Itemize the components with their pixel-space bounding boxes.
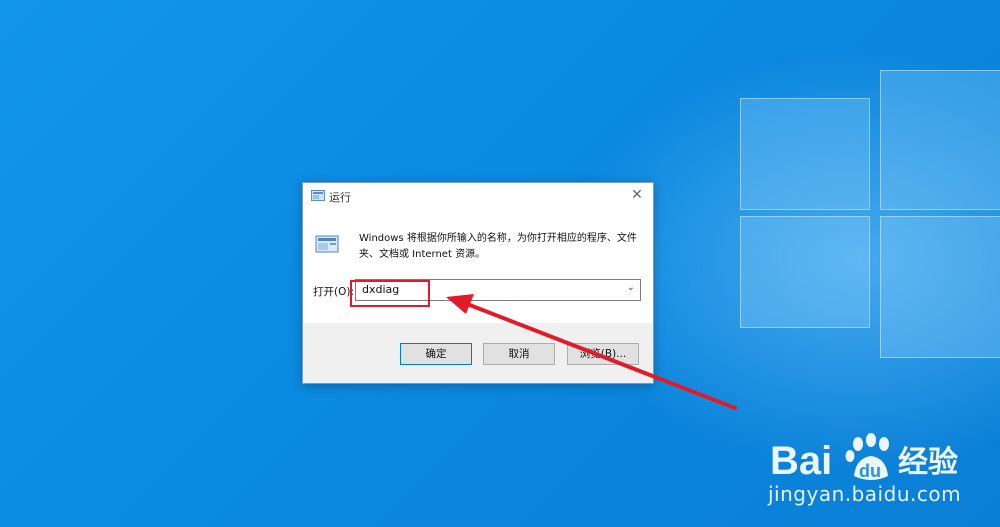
logo-pane: [740, 98, 870, 210]
svg-text:Bai: Bai: [770, 439, 832, 483]
chevron-down-icon[interactable]: ⌄: [627, 282, 635, 293]
baidu-watermark-logo: Bai du 经验: [770, 433, 958, 483]
logo-pane: [880, 216, 1000, 358]
open-label: 打开(O):: [313, 286, 354, 298]
browse-button[interactable]: 浏览(B)...: [567, 343, 639, 365]
ok-button[interactable]: 确定: [400, 343, 472, 365]
dialog-description: Windows 将根据你所输入的名称，为你打开相应的程序、文件夹、文档或 Int…: [359, 233, 637, 260]
cancel-button[interactable]: 取消: [483, 343, 555, 365]
run-program-icon: [315, 235, 339, 253]
close-icon: ✕: [631, 187, 643, 203]
watermark-url: jingyan.baidu.com: [768, 482, 962, 506]
svg-text:du: du: [859, 461, 881, 481]
run-app-icon: [311, 190, 325, 201]
annotation-highlight-box: [350, 280, 430, 307]
close-button[interactable]: ✕: [627, 186, 647, 204]
title-bar[interactable]: 运行 ✕: [303, 183, 653, 209]
logo-pane: [740, 216, 870, 328]
dialog-title: 运行: [329, 191, 351, 204]
logo-pane: [880, 70, 1000, 210]
windows-logo-wallpaper: [740, 70, 1000, 370]
svg-text:经验: 经验: [898, 445, 958, 480]
